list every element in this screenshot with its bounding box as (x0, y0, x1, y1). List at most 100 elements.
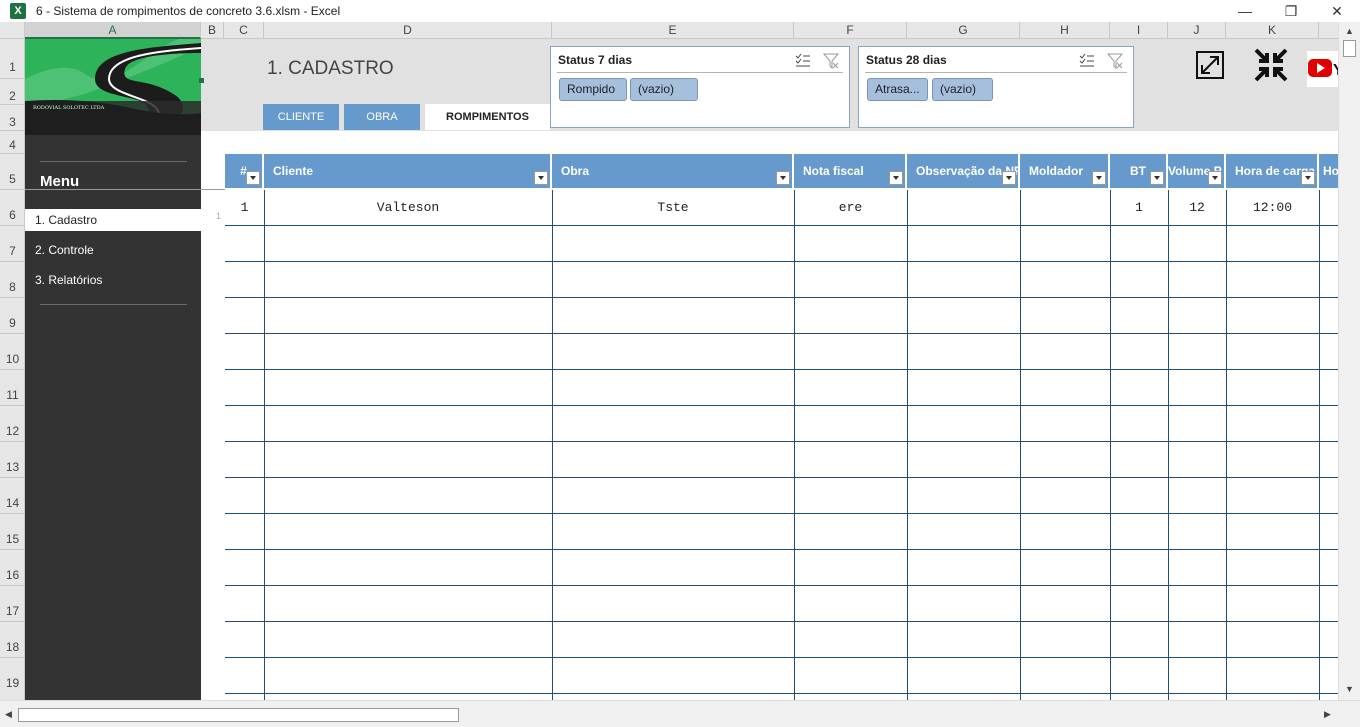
row-header[interactable]: 13 (0, 442, 25, 478)
row-header[interactable]: 9 (0, 298, 25, 334)
clear-filter-icon[interactable] (1107, 53, 1123, 69)
multi-select-icon[interactable] (1079, 53, 1095, 69)
column-header-j[interactable]: J (1168, 22, 1226, 39)
column-header-g[interactable]: G (907, 22, 1020, 39)
tab-obra[interactable]: OBRA (344, 104, 420, 130)
column-header-i[interactable]: I (1110, 22, 1168, 39)
column-header-h[interactable]: H (1020, 22, 1110, 39)
table-cell-bt[interactable]: 1 (1110, 190, 1168, 226)
worksheet[interactable]: RODOVIAL SOLOTEC LTDA Menu 1. Cadastro 2… (25, 39, 1338, 700)
row-header[interactable]: 5 (0, 154, 25, 190)
slicer-status-7-dias[interactable]: Status 7 dias Rompido (vazio) (550, 46, 850, 128)
select-all-corner[interactable] (0, 22, 25, 39)
column-header-k[interactable]: K (1226, 22, 1319, 39)
column-header-nota-fiscal[interactable]: Nota fiscal (794, 154, 907, 188)
filter-dropdown-button[interactable] (1208, 171, 1222, 185)
column-header-f[interactable]: F (794, 22, 907, 39)
slicer-item-rompido[interactable]: Rompido (559, 78, 627, 101)
table-cell-moldador[interactable] (1020, 190, 1110, 226)
row-header[interactable]: 14 (0, 478, 25, 514)
table-header: # Cliente Obra Nota fiscal Observação da… (225, 154, 1338, 188)
scroll-right-icon[interactable]: ▶ (1324, 709, 1331, 720)
menu-item-relatorios[interactable]: 3. Relatórios (25, 269, 201, 291)
row-header[interactable]: 16 (0, 550, 25, 586)
column-header-hora[interactable]: Ho (1319, 154, 1338, 188)
vertical-scrollbar[interactable]: ▲ ▼ (1338, 22, 1360, 700)
column-header-b[interactable]: B (201, 22, 224, 39)
selection-handle[interactable] (199, 78, 204, 83)
filter-dropdown-button[interactable] (1301, 171, 1315, 185)
filter-dropdown-button[interactable] (1002, 171, 1016, 185)
column-header-c[interactable]: C (224, 22, 264, 39)
column-header-observacao[interactable]: Observação da NF (907, 154, 1020, 188)
expand-icon[interactable] (1196, 51, 1224, 79)
row-header[interactable]: 4 (0, 131, 25, 154)
clear-filter-icon[interactable] (823, 53, 839, 69)
column-header-moldador[interactable]: Moldador (1020, 154, 1110, 188)
filter-dropdown-button[interactable] (246, 171, 260, 185)
column-header-e[interactable]: E (552, 22, 794, 39)
row-header[interactable]: 8 (0, 262, 25, 298)
grid-line (225, 297, 1338, 298)
column-header-hora-de-carga[interactable]: Hora de carga (1226, 154, 1319, 188)
row-header[interactable]: 3 (0, 105, 25, 131)
table-cell-hora-de-carga[interactable]: 12:00 (1226, 190, 1319, 226)
horizontal-scrollbar[interactable]: ◀ ▶ (0, 700, 1360, 727)
filter-dropdown-button[interactable] (889, 171, 903, 185)
scroll-up-icon[interactable]: ▲ (1345, 26, 1354, 36)
multi-select-icon[interactable] (795, 53, 811, 69)
row-header[interactable]: 12 (0, 406, 25, 442)
minimize-button[interactable]: — (1222, 0, 1268, 22)
menu-item-cadastro[interactable]: 1. Cadastro (25, 209, 201, 231)
row-header[interactable]: 10 (0, 334, 25, 370)
sheet-divider (25, 189, 225, 190)
grid-line (1110, 190, 1111, 700)
slicer-item-vazio[interactable]: (vazio) (630, 78, 698, 101)
slicer-item-atrasado[interactable]: Atrasa... (867, 78, 928, 101)
scroll-down-icon[interactable]: ▼ (1345, 684, 1354, 694)
filter-dropdown-button[interactable] (1092, 171, 1106, 185)
restore-button[interactable]: ❐ (1268, 0, 1314, 22)
row-header[interactable]: 17 (0, 586, 25, 622)
column-header-bt[interactable]: BT (1110, 154, 1168, 188)
filter-dropdown-button[interactable] (1150, 171, 1164, 185)
vertical-scroll-thumb[interactable] (1343, 40, 1356, 57)
table-cell-hora[interactable] (1319, 190, 1338, 226)
row-header[interactable]: 19 (0, 658, 25, 694)
row-header[interactable]: 6 (0, 190, 25, 226)
scroll-left-icon[interactable]: ◀ (5, 709, 12, 720)
row-header[interactable]: 15 (0, 514, 25, 550)
filter-dropdown-button[interactable] (534, 171, 548, 185)
tab-cliente[interactable]: CLIENTE (263, 104, 339, 130)
row-header[interactable]: 2 (0, 79, 25, 105)
column-header-volume[interactable]: Volume P (1168, 154, 1226, 188)
table-cell-obra[interactable]: Tste (552, 190, 794, 226)
column-header-a[interactable]: A (25, 22, 201, 39)
column-header-cliente[interactable]: Cliente (264, 154, 552, 188)
column-header-index[interactable]: # (225, 154, 264, 188)
table-cell-volume[interactable]: 12 (1168, 190, 1226, 226)
column-header-d[interactable]: D (264, 22, 552, 39)
filter-dropdown-button[interactable] (776, 171, 790, 185)
tab-rompimentos[interactable]: ROMPIMENTOS (425, 104, 550, 130)
slicer-status-28-dias[interactable]: Status 28 dias Atrasa... (vazio) (858, 46, 1134, 128)
row-header[interactable]: 11 (0, 370, 25, 406)
table-body[interactable]: 1 Valteson Tste ere 1 12 12:00 (225, 190, 1338, 700)
table-cell-observacao[interactable] (907, 190, 1020, 226)
table-cell-cliente[interactable]: Valteson (264, 190, 552, 226)
youtube-icon[interactable]: Y (1307, 51, 1338, 87)
grid-line (225, 513, 1338, 514)
menu-item-controle[interactable]: 2. Controle (25, 239, 201, 261)
horizontal-scroll-thumb[interactable] (18, 708, 459, 722)
slicer-item-vazio[interactable]: (vazio) (932, 78, 993, 101)
row-header[interactable]: 7 (0, 226, 25, 262)
table-cell-index[interactable]: 1 (225, 190, 264, 226)
row-header-bar: 1 2 3 4 5 6 7 8 9 10 11 12 13 14 15 16 1… (0, 39, 25, 700)
collapse-icon[interactable] (1254, 48, 1288, 82)
column-header-obra[interactable]: Obra (552, 154, 794, 188)
row-header[interactable]: 1 (0, 39, 25, 79)
table-cell-nota-fiscal[interactable]: ere (794, 190, 907, 226)
grid-line (225, 261, 1338, 262)
row-header[interactable]: 18 (0, 622, 25, 658)
close-button[interactable]: ✕ (1314, 0, 1360, 22)
